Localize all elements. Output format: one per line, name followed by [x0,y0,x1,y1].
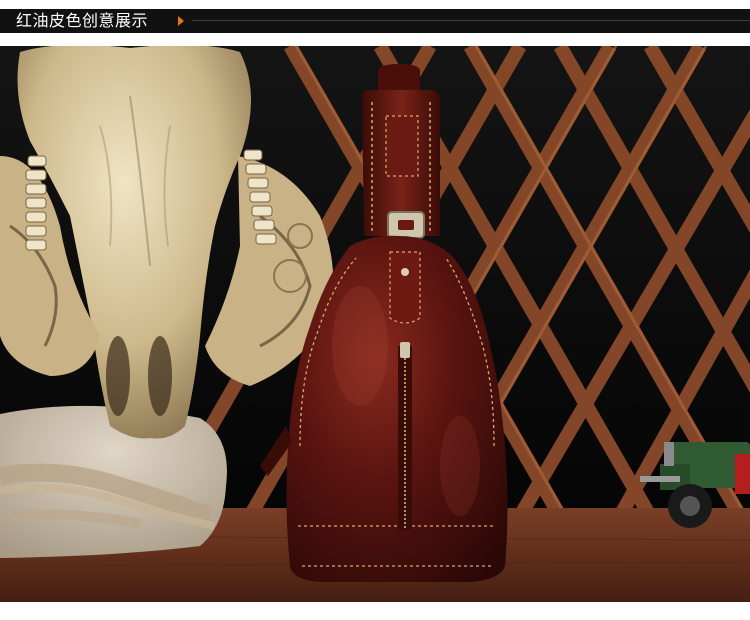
product-photo-scene [0,46,750,612]
arrow-right-icon [178,16,184,26]
section-header: 红油皮色创意展示 [0,0,750,40]
burlap-sack [0,405,227,558]
section-title: 红油皮色创意展示 [16,11,149,30]
header-divider [192,20,750,21]
product-photo [0,46,750,612]
